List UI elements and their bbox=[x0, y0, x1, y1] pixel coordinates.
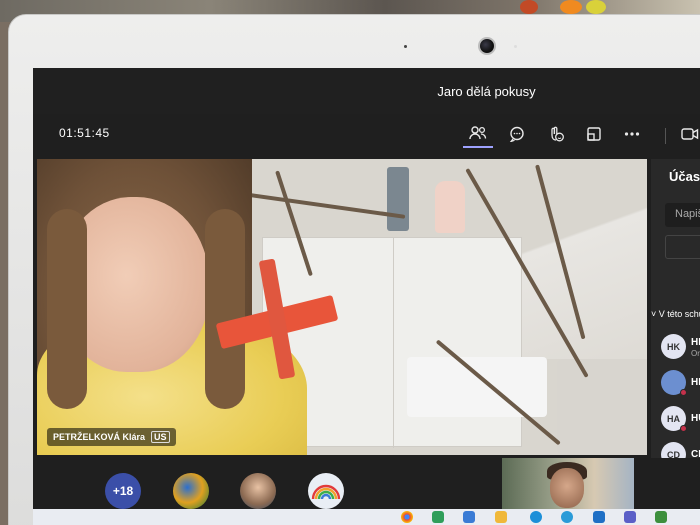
participant-list-name: HU bbox=[691, 413, 700, 424]
meeting-title: Jaro dělá pokusy bbox=[437, 83, 536, 99]
participant-list-status: Or bbox=[691, 349, 700, 358]
participant-search-input[interactable]: Napište jméno bbox=[665, 203, 700, 227]
panel-action-box[interactable] bbox=[665, 235, 700, 259]
bezel-dot bbox=[404, 45, 407, 48]
panel-title: Účastníci bbox=[669, 169, 700, 184]
participant-thumbnail[interactable] bbox=[240, 473, 276, 509]
section-in-meeting[interactable]: ˅ V této schůzce bbox=[651, 309, 700, 319]
rainbow-icon bbox=[311, 484, 341, 500]
fruit-decoration bbox=[586, 0, 606, 14]
video-background-vase bbox=[435, 181, 465, 233]
participant-hair-strand bbox=[47, 209, 87, 409]
edge-icon[interactable] bbox=[561, 511, 573, 523]
participants-panel: Účastníci Napište jméno ˅ V této schůzce… bbox=[651, 159, 700, 467]
fruit-decoration bbox=[520, 0, 538, 14]
participant-thumbnail[interactable] bbox=[308, 473, 344, 509]
participant-avatar[interactable] bbox=[661, 370, 687, 396]
toolbar-divider bbox=[665, 128, 666, 144]
participant-list-name: HR bbox=[691, 377, 700, 388]
mic-indicator: US bbox=[151, 431, 170, 443]
teams-window: Jaro dělá pokusy 01:51:45 PETRŽELKOVÁ Kl… bbox=[33, 68, 700, 525]
participant-avatar[interactable]: HK bbox=[661, 334, 686, 359]
app-icon[interactable] bbox=[655, 511, 667, 523]
status-busy-icon bbox=[680, 389, 687, 396]
skype-icon[interactable] bbox=[530, 511, 542, 523]
mail-icon[interactable] bbox=[463, 511, 475, 523]
title-bar: Jaro dělá pokusy bbox=[33, 68, 700, 114]
webcam-icon bbox=[478, 37, 496, 55]
fruit-decoration bbox=[560, 0, 582, 14]
video-background-robot bbox=[387, 167, 409, 231]
participant-name: PETRŽELKOVÁ Klára bbox=[53, 432, 146, 442]
chevron-down-icon: ˅ bbox=[651, 309, 659, 319]
chat-icon[interactable] bbox=[502, 120, 532, 148]
more-icon[interactable] bbox=[617, 120, 647, 148]
meeting-timer: 01:51:45 bbox=[59, 126, 110, 140]
participant-name-tag: PETRŽELKOVÁ Klára US bbox=[47, 428, 176, 446]
participant-hair-strand bbox=[205, 209, 245, 409]
overflow-participants-button[interactable]: +18 bbox=[105, 473, 141, 509]
windows-taskbar bbox=[33, 509, 700, 525]
participant-list-name: HK bbox=[691, 337, 700, 348]
video-plant-pot bbox=[557, 359, 647, 455]
camera-icon[interactable] bbox=[675, 120, 700, 148]
meeting-toolbar: 01:51:45 bbox=[33, 114, 700, 156]
people-icon[interactable] bbox=[463, 120, 493, 148]
outlook-icon[interactable] bbox=[593, 511, 605, 523]
self-face bbox=[550, 468, 584, 508]
main-video-feed[interactable]: PETRŽELKOVÁ Klára US bbox=[37, 159, 647, 455]
app-green-icon[interactable] bbox=[432, 511, 444, 523]
chrome-icon[interactable] bbox=[401, 511, 413, 523]
folder-icon[interactable] bbox=[495, 511, 507, 523]
participant-avatar[interactable]: HA bbox=[661, 406, 687, 432]
camera-led-icon bbox=[514, 45, 517, 48]
participant-thumbnail[interactable] bbox=[173, 473, 209, 509]
reactions-icon[interactable] bbox=[541, 120, 571, 148]
video-desk-items bbox=[407, 357, 547, 417]
section-label: V této schůzce bbox=[658, 309, 700, 319]
rooms-icon[interactable] bbox=[579, 120, 609, 148]
status-busy-icon bbox=[680, 425, 687, 432]
teams-icon[interactable] bbox=[624, 511, 636, 523]
